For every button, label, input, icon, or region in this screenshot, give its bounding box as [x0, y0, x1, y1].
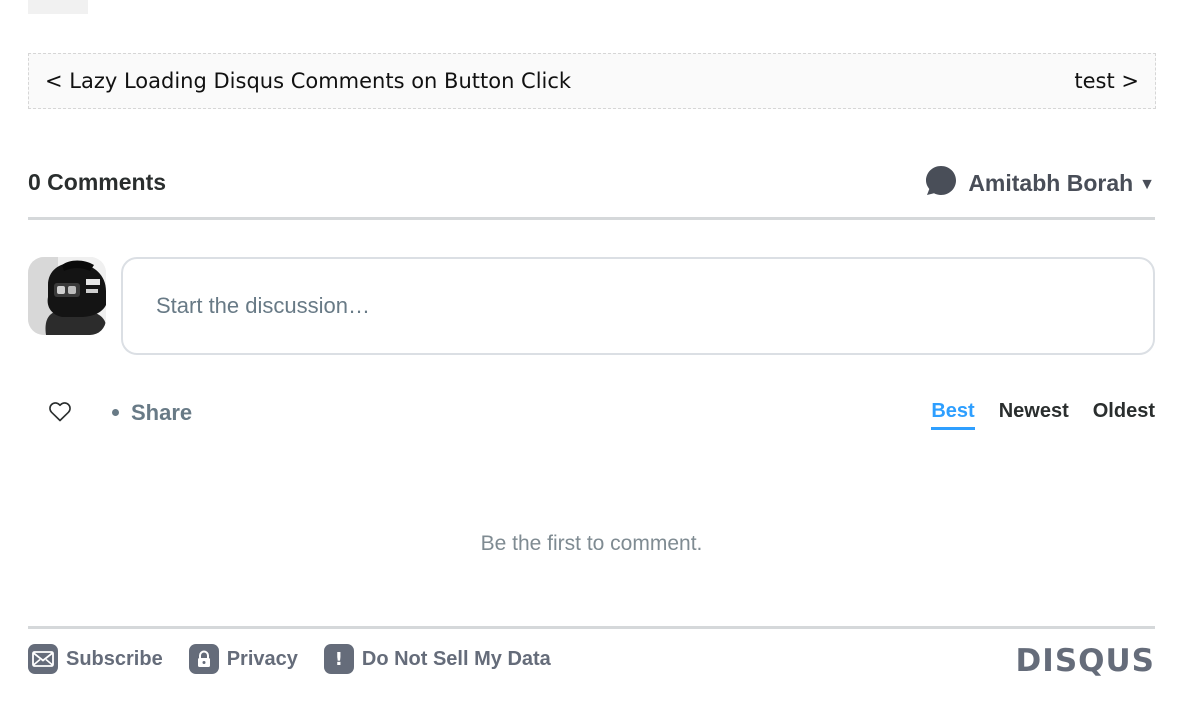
top-stub: [28, 0, 88, 14]
privacy-link[interactable]: Privacy: [188, 644, 298, 674]
caret-down-icon: ▼: [1139, 175, 1155, 193]
tab-best[interactable]: Best: [931, 400, 975, 430]
post-navigation: < Lazy Loading Disqus Comments on Button…: [28, 53, 1156, 109]
user-name: Amitabh Borah: [968, 170, 1134, 196]
exclamation-icon: !: [323, 644, 354, 674]
do-not-sell-link[interactable]: ! Do Not Sell My Data: [323, 644, 551, 674]
envelope-icon: [28, 644, 58, 674]
comment-compose-box[interactable]: [121, 257, 1155, 355]
avatar[interactable]: [28, 257, 106, 335]
thread-actions-bar: Share Best Newest Oldest: [28, 390, 1155, 434]
privacy-label: Privacy: [226, 647, 298, 670]
heart-icon[interactable]: [48, 400, 72, 424]
comment-count: 0 Comments: [28, 169, 167, 195]
disqus-logo[interactable]: DISQUS: [1016, 643, 1155, 679]
chat-bubble-icon: [925, 165, 957, 202]
comment-input[interactable]: [154, 292, 1153, 320]
do-not-sell-label: Do Not Sell My Data: [361, 647, 551, 670]
lock-icon: [188, 644, 219, 674]
separator-dot: [112, 409, 119, 416]
subscribe-link[interactable]: Subscribe: [28, 644, 163, 674]
subscribe-label: Subscribe: [66, 647, 163, 670]
tab-oldest[interactable]: Oldest: [1093, 400, 1155, 430]
disqus-footer: Subscribe Privacy ! Do Not Sell My Data …: [28, 626, 1155, 686]
tab-newest[interactable]: Newest: [999, 400, 1069, 430]
share-button[interactable]: Share: [131, 400, 192, 426]
user-menu[interactable]: Amitabh Borah ▼: [925, 165, 1155, 202]
empty-thread-message: Be the first to comment.: [480, 532, 703, 555]
previous-post-link[interactable]: < Lazy Loading Disqus Comments on Button…: [45, 69, 571, 93]
next-post-link[interactable]: test >: [1074, 69, 1139, 93]
disqus-header: 0 Comments Amitabh Borah ▼: [28, 160, 1155, 220]
footer-links: Subscribe Privacy ! Do Not Sell My Data: [28, 644, 577, 674]
sort-tabs: Best Newest Oldest: [931, 400, 1155, 430]
